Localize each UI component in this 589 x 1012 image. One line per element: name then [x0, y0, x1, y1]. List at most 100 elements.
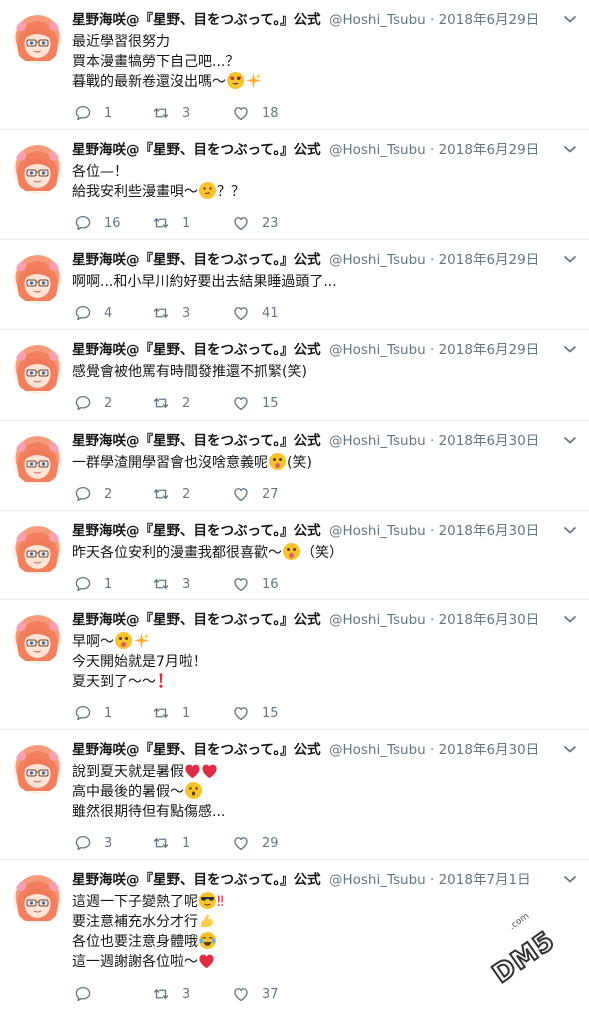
like-button[interactable]: 29 [232, 833, 279, 853]
retweet-button[interactable]: 1 [152, 703, 190, 723]
reply-count: 1 [104, 705, 113, 721]
retweet-button[interactable]: 3 [152, 303, 190, 323]
display-name[interactable]: 星野海咲@『星野、目をつぶって。』公式 [72, 12, 321, 28]
reply-count: 1 [104, 105, 113, 121]
tweet-header: 星野海咲@『星野、目をつぶって。』公式 @Hoshi_Tsubu · 2018年… [72, 610, 569, 630]
avatar[interactable] [13, 526, 62, 575]
tongue-out-emoji [283, 543, 300, 560]
tweet-line-row: 昨天各位安利的漫畫我都很喜歡～ （笑） [72, 543, 569, 563]
reply-button[interactable]: 1 [74, 574, 112, 594]
chevron-down-icon[interactable] [563, 614, 577, 624]
reply-icon [74, 485, 92, 503]
reply-button[interactable]: 4 [74, 303, 112, 323]
tweet-date[interactable]: 2018年6月29日 [439, 252, 540, 268]
chevron-down-icon[interactable] [563, 435, 577, 445]
avatar[interactable] [13, 745, 62, 794]
avatar[interactable] [13, 15, 62, 64]
like-count: 15 [262, 705, 279, 721]
tweet[interactable]: 星野海咲@『星野、目をつぶって。』公式 @Hoshi_Tsubu · 2018年… [0, 511, 589, 600]
chevron-down-icon[interactable] [563, 344, 577, 354]
like-button[interactable]: 27 [232, 484, 279, 504]
reply-button[interactable]: 1 [74, 703, 112, 723]
avatar[interactable] [13, 875, 62, 924]
display-name[interactable]: 星野海咲@『星野、目をつぶって。』公式 [72, 252, 321, 268]
like-count: 15 [262, 395, 279, 411]
tweet[interactable]: 星野海咲@『星野、目をつぶって。』公式 @Hoshi_Tsubu · 2018年… [0, 730, 589, 860]
tweet-date[interactable]: 2018年6月30日 [439, 742, 540, 758]
display-name[interactable]: 星野海咲@『星野、目をつぶって。』公式 [72, 433, 321, 449]
handle[interactable]: @Hoshi_Tsubu [329, 252, 426, 268]
tweet-date[interactable]: 2018年6月30日 [439, 523, 540, 539]
like-button[interactable]: 37 [232, 984, 279, 1004]
handle[interactable]: @Hoshi_Tsubu [329, 523, 426, 539]
handle[interactable]: @Hoshi_Tsubu [329, 872, 426, 888]
retweet-button[interactable]: 3 [152, 984, 190, 1004]
avatar[interactable] [13, 345, 62, 394]
tweet[interactable]: 星野海咲@『星野、目をつぶって。』公式 @Hoshi_Tsubu · 2018年… [0, 421, 589, 511]
heart-icon [232, 985, 250, 1003]
display-name[interactable]: 星野海咲@『星野、目をつぶって。』公式 [72, 872, 321, 888]
retweet-button[interactable]: 3 [152, 103, 190, 123]
handle[interactable]: @Hoshi_Tsubu [329, 433, 426, 449]
heart-emoji [198, 953, 215, 969]
reply-icon [74, 985, 92, 1003]
display-name[interactable]: 星野海咲@『星野、目をつぶって。』公式 [72, 142, 321, 158]
heart-icon [232, 304, 250, 322]
tweet[interactable]: 星野海咲@『星野、目をつぶって。』公式 @Hoshi_Tsubu · 2018年… [0, 240, 589, 330]
watermark-small: .com [507, 911, 532, 933]
chevron-down-icon[interactable] [563, 14, 577, 24]
display-name[interactable]: 星野海咲@『星野、目をつぶって。』公式 [72, 612, 321, 628]
reply-button[interactable]: 1 [74, 103, 112, 123]
avatar[interactable] [13, 255, 62, 304]
retweet-button[interactable]: 2 [152, 484, 190, 504]
avatar[interactable] [13, 436, 62, 485]
handle[interactable]: @Hoshi_Tsubu [329, 142, 426, 158]
chevron-down-icon[interactable] [563, 874, 577, 884]
tweet-header: 星野海咲@『星野、目をつぶって。』公式 @Hoshi_Tsubu · 2018年… [72, 870, 569, 890]
display-name[interactable]: 星野海咲@『星野、目をつぶって。』公式 [72, 523, 321, 539]
avatar[interactable] [13, 615, 62, 664]
reply-button[interactable]: 2 [74, 484, 112, 504]
tweet[interactable]: 星野海咲@『星野、目をつぶって。』公式 @Hoshi_Tsubu · 2018年… [0, 130, 589, 240]
tweet-date[interactable]: 2018年6月29日 [439, 142, 540, 158]
like-button[interactable]: 18 [232, 103, 279, 123]
chevron-down-icon[interactable] [563, 254, 577, 264]
heart-emoji [184, 763, 201, 779]
retweet-button[interactable]: 3 [152, 574, 190, 594]
chevron-down-icon[interactable] [563, 744, 577, 754]
reply-button[interactable]: 3 [74, 833, 112, 853]
retweet-button[interactable]: 2 [152, 393, 190, 413]
tweet-date[interactable]: 2018年6月29日 [439, 12, 540, 28]
avatar[interactable] [13, 145, 62, 194]
handle[interactable]: @Hoshi_Tsubu [329, 342, 426, 358]
retweet-button[interactable]: 1 [152, 213, 190, 233]
reply-button[interactable]: 2 [74, 393, 112, 413]
handle[interactable]: @Hoshi_Tsubu [329, 612, 426, 628]
tweet-date[interactable]: 2018年6月30日 [439, 433, 540, 449]
tweet-date[interactable]: 2018年6月29日 [439, 342, 540, 358]
tweet-line: 各位也要注意身體哦 [72, 934, 198, 950]
thinking-face-emoji [199, 182, 216, 199]
reply-button[interactable]: 16 [74, 213, 121, 233]
handle[interactable]: @Hoshi_Tsubu [329, 742, 426, 758]
retweet-button[interactable]: 1 [152, 833, 190, 853]
like-button[interactable]: 41 [232, 303, 279, 323]
like-button[interactable]: 15 [232, 703, 279, 723]
handle[interactable]: @Hoshi_Tsubu [329, 12, 426, 28]
sparkles-emoji [133, 632, 150, 649]
tweet-date[interactable]: 2018年6月30日 [439, 612, 540, 628]
like-button[interactable]: 16 [232, 574, 279, 594]
reply-button[interactable] [74, 984, 104, 1004]
tweet[interactable]: 星野海咲@『星野、目をつぶって。』公式 @Hoshi_Tsubu · 2018年… [0, 600, 589, 730]
tweet-date[interactable]: 2018年7月1日 [439, 872, 531, 888]
tweet[interactable]: 星野海咲@『星野、目をつぶって。』公式 @Hoshi_Tsubu · 2018年… [0, 330, 589, 421]
display-name[interactable]: 星野海咲@『星野、目をつぶって。』公式 [72, 342, 321, 358]
like-button[interactable]: 23 [232, 213, 279, 233]
display-name[interactable]: 星野海咲@『星野、目をつぶって。』公式 [72, 742, 321, 758]
chevron-down-icon[interactable] [563, 144, 577, 154]
heart-icon [232, 485, 250, 503]
tweet[interactable]: 星野海咲@『星野、目をつぶって。』公式 @Hoshi_Tsubu · 2018年… [0, 0, 589, 130]
like-button[interactable]: 15 [232, 393, 279, 413]
chevron-down-icon[interactable] [563, 525, 577, 535]
heart-icon [232, 104, 250, 122]
